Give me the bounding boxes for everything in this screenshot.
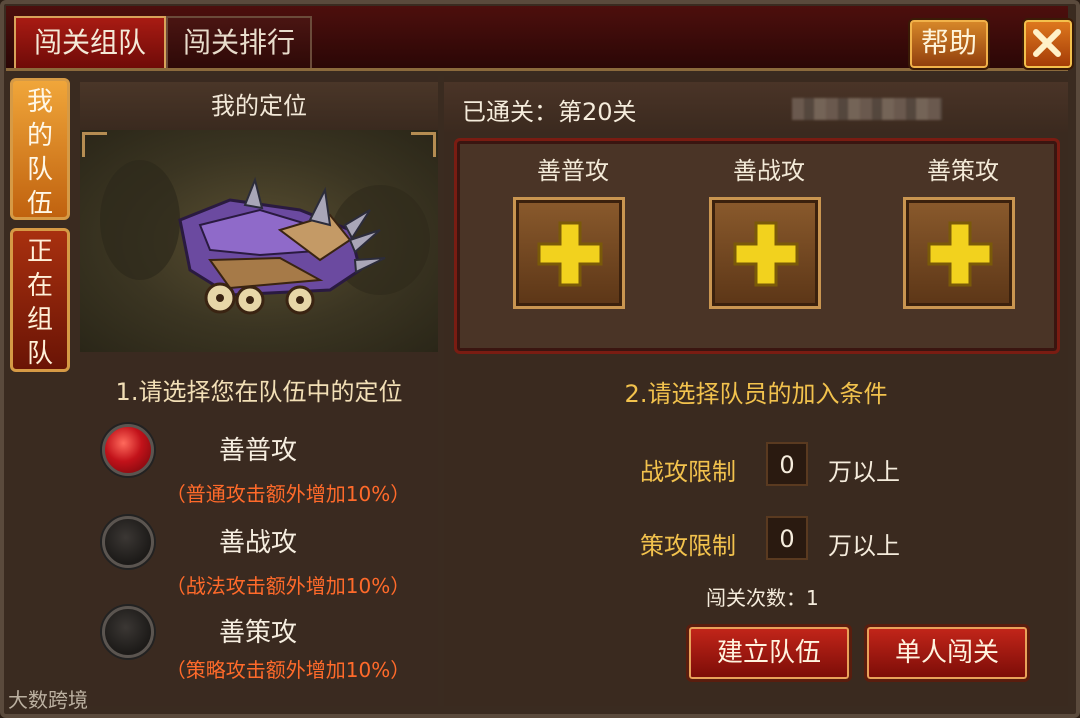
strategy-attack-limit-row: 策攻限制 0 万以上 [444,516,1068,566]
option-description: （普通攻击额外增加10%） [165,482,411,506]
slot-label: 善战攻 [733,157,805,185]
strategy-attack-limit-input[interactable]: 0 [766,516,808,560]
limit-suffix: 万以上 [828,458,900,486]
close-icon [1033,29,1061,57]
war-attack-limit-input[interactable]: 0 [766,442,808,486]
frame-corner [411,132,436,157]
plus-icon [733,221,799,287]
limit-suffix: 万以上 [828,532,900,560]
watermark: 大数跨境 [8,688,88,712]
side-tab-teaming[interactable]: 正 在 组 队 [10,228,70,372]
tab-team[interactable]: 闯关组队 [14,16,166,68]
add-member-button[interactable] [513,197,625,309]
add-member-button[interactable] [903,197,1015,309]
top-tab-bar: 闯关组队 闯关排行 帮助 [6,6,1074,71]
plus-icon [927,221,993,287]
slot-label: 善普攻 [537,157,609,185]
join-condition-instruction: 2.请选择队员的加入条件 [624,380,888,408]
side-tab-char: 队 [26,339,53,369]
solo-challenge-button[interactable]: 单人闯关 [864,624,1030,682]
option-label: 善普攻 [218,436,297,466]
help-button[interactable]: 帮助 [908,18,990,70]
slot-strategy-attack: 善策攻 [903,151,1023,309]
war-attack-limit-row: 战攻限制 0 万以上 [444,442,1068,492]
team-slots: 善普攻 善战攻 善策攻 [454,138,1060,354]
side-tab-char: 队 [26,155,53,185]
plus-icon [537,221,603,287]
challenge-count: 闯关次数：1 [706,586,819,610]
side-tab-char: 伍 [26,189,53,219]
war-chariot-icon [100,160,430,315]
slot-normal-attack: 善普攻 [513,151,633,309]
radio-button[interactable] [102,606,154,658]
slot-war-attack: 善战攻 [709,151,829,309]
position-header: 我的定位 [80,82,438,130]
blurred-player-name [792,98,942,120]
progress-header: 已通关：第20关 [444,82,1068,132]
close-button[interactable] [1022,18,1074,70]
position-instruction: 1.请选择您在队伍中的定位 [115,378,403,406]
cleared-stage: 已通关：第20关 [462,98,637,126]
radio-button-selected[interactable] [102,424,154,476]
frame-corner [82,132,107,157]
side-tab-char: 在 [26,271,53,301]
create-team-button[interactable]: 建立队伍 [686,624,852,682]
team-setup-panel: 已通关：第20关 善普攻 善战攻 善策攻 2.请选择队员的加入条件 战攻限制 0… [444,76,1068,706]
limit-label: 策攻限制 [640,532,736,560]
option-label: 善策攻 [218,618,297,648]
radio-button[interactable] [102,516,154,568]
side-tab-char: 组 [26,305,53,335]
option-description: （战法攻击额外增加10%） [165,574,411,598]
add-member-button[interactable] [709,197,821,309]
option-description: （策略攻击额外增加10%） [165,658,411,682]
side-tab-char: 的 [26,121,53,151]
war-chariot-portrait [80,130,438,352]
slot-label: 善策攻 [927,157,999,185]
tab-ranking[interactable]: 闯关排行 [166,16,312,68]
side-tab-char: 正 [26,237,53,267]
side-tab-char: 我 [26,87,53,117]
limit-label: 战攻限制 [640,458,736,486]
side-tab-my-team[interactable]: 我 的 队 伍 [10,78,70,220]
option-label: 善战攻 [218,528,297,558]
position-panel: 我的定位 1.请选择您在队伍中的定位 善普攻 （普通攻击额外增加10%） 善战攻… [80,76,438,706]
